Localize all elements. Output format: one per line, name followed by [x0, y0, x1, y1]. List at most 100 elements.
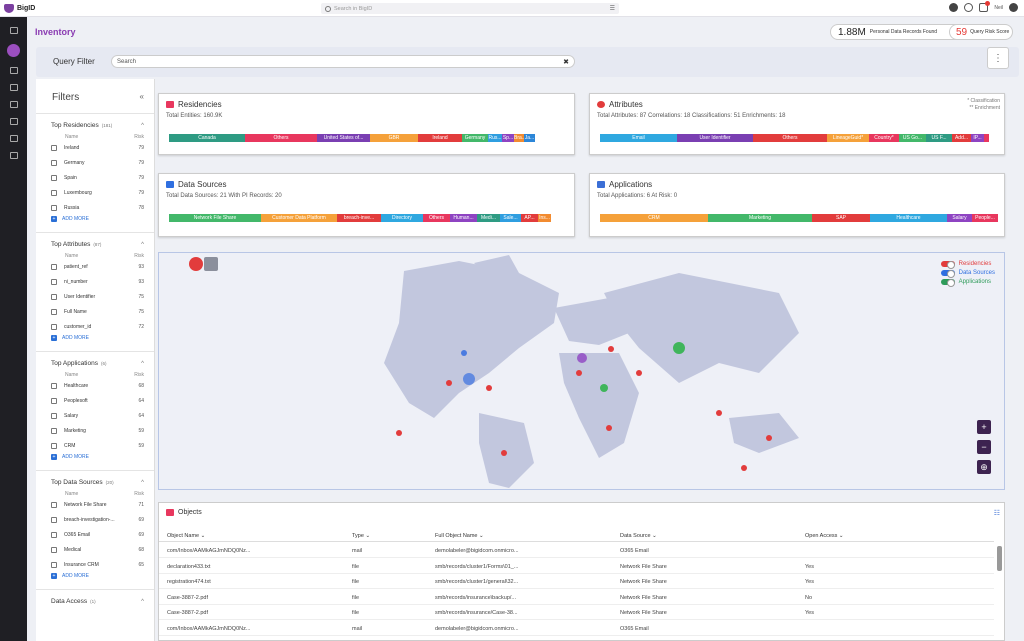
filter-checkbox[interactable] [51, 442, 57, 449]
bar-segment[interactable]: LineageGuid* [827, 134, 869, 142]
map-marker[interactable] [577, 353, 587, 363]
table-row[interactable]: com/Inbox/AAMkAGJmNDQ0Nz... mail demolabel… [159, 621, 994, 636]
filter-checkbox[interactable] [51, 204, 57, 211]
filter-item[interactable]: Network File Share 71 [51, 497, 154, 512]
map-marker[interactable] [461, 350, 467, 356]
legend-toggle[interactable] [940, 278, 955, 287]
legend-item[interactable]: Residencies [940, 259, 995, 269]
filter-checkbox[interactable] [51, 278, 57, 285]
bar-segment[interactable]: SAP [812, 214, 870, 222]
filter-checkbox[interactable] [51, 293, 57, 300]
avatar[interactable] [1009, 3, 1018, 12]
table-row[interactable]: com/Inbox/AAMkAGJmNDQ0Nz... mail demolabel… [159, 543, 994, 558]
bar-segment[interactable]: Germany [462, 134, 488, 142]
column-header[interactable]: Open Access ⌄ [805, 533, 844, 539]
filter-item[interactable]: Luxembourg 79 [51, 185, 154, 200]
chevron-up-icon[interactable]: ^ [141, 599, 144, 605]
bar-segment[interactable]: Email [600, 134, 677, 142]
map-marker[interactable] [766, 435, 772, 441]
filter-item[interactable]: O365 Email 69 [51, 527, 154, 542]
filter-item[interactable]: Full Name 75 [51, 304, 154, 319]
map-marker[interactable] [608, 346, 614, 352]
collapse-filters-icon[interactable]: « [140, 92, 144, 101]
filter-checkbox[interactable] [51, 427, 57, 434]
clear-icon[interactable]: ✖ [563, 58, 569, 66]
bar-segment[interactable]: Ins... [538, 214, 551, 222]
filter-section-title[interactable]: Top Attributes (87) ^ [51, 241, 154, 248]
filter-item[interactable]: CRM 59 [51, 438, 154, 453]
bar-segment[interactable]: Ja... [524, 134, 535, 142]
apps-nav-icon[interactable] [9, 101, 18, 108]
filter-item[interactable]: breach-investigation-... 69 [51, 512, 154, 527]
bar-segment[interactable]: Rus... [488, 134, 502, 142]
map-marker[interactable] [463, 373, 475, 385]
bar-segment[interactable]: People... [972, 214, 998, 222]
filter-checkbox[interactable] [51, 516, 57, 523]
data-sources-bar[interactable]: Network File Share Customer Data Platform… [169, 214, 551, 222]
filter-item[interactable]: Spain 79 [51, 170, 154, 185]
app-logo[interactable]: BigID [0, 3, 35, 13]
bar-segment[interactable]: Healthcare [870, 214, 947, 222]
filter-item[interactable]: Insurance CRM 65 [51, 557, 154, 572]
filter-item[interactable]: Healthcare 68 [51, 378, 154, 393]
bar-segment[interactable]: User Identifier [677, 134, 753, 142]
chevron-up-icon[interactable]: ^ [141, 361, 144, 367]
bar-segment[interactable]: CRM [600, 214, 708, 222]
bar-segment[interactable]: AP... [521, 214, 538, 222]
filter-item[interactable]: Salary 64 [51, 408, 154, 423]
legend-toggle[interactable] [940, 260, 955, 269]
bar-segment[interactable]: Medi... [477, 214, 500, 222]
column-settings-icon[interactable]: ☷ [994, 509, 1000, 517]
settings-nav-icon[interactable] [9, 152, 18, 159]
map-marker[interactable] [673, 342, 685, 354]
bar-segment[interactable]: Canada [169, 134, 245, 142]
bar-segment[interactable]: Ireland [418, 134, 462, 142]
table-row[interactable]: Case-3887-2.pdf file smb/records/insurance… [159, 590, 994, 605]
inventory-nav-icon[interactable] [7, 44, 20, 57]
bar-segment[interactable]: Marketing [708, 214, 812, 222]
map-marker[interactable] [716, 410, 722, 416]
bar-segment[interactable]: Human... [450, 214, 477, 222]
filter-checkbox[interactable] [51, 561, 57, 568]
filter-checkbox[interactable] [51, 546, 57, 553]
bar-segment[interactable]: Others [423, 214, 450, 222]
filter-item[interactable]: Germany 79 [51, 155, 154, 170]
map-marker[interactable] [501, 450, 507, 456]
bar-segment[interactable]: Network File Share [169, 214, 261, 222]
add-more-button[interactable]: + ADD MORE [51, 335, 154, 341]
filter-item[interactable]: customer_id 72 [51, 319, 154, 334]
filter-checkbox[interactable] [51, 263, 57, 270]
bar-segment[interactable]: Others [245, 134, 317, 142]
filter-checkbox[interactable] [51, 159, 57, 166]
help-icon[interactable] [964, 3, 974, 12]
users-nav-icon[interactable] [9, 84, 18, 91]
bar-segment[interactable]: Sale... [500, 214, 521, 222]
bar-segment[interactable]: Directory [381, 214, 423, 222]
legend-toggle[interactable] [940, 269, 955, 278]
filter-item[interactable]: Ireland 79 [51, 140, 154, 155]
bar-segment[interactable]: Bra... [514, 134, 524, 142]
bell-icon[interactable] [949, 3, 959, 12]
bar-segment[interactable]: United States of... [317, 134, 370, 142]
filter-section-title[interactable]: Top Residencies (181) ^ [51, 122, 154, 129]
attributes-bar[interactable]: Email User Identifier Others LineageGuid* Co… [600, 134, 989, 142]
column-header[interactable]: Type ⌄ [352, 533, 370, 539]
map-marker[interactable] [606, 425, 612, 431]
bar-segment[interactable]: Salary [947, 214, 972, 222]
data-sources-card[interactable]: Data Sources Total Data Sources: 21 With… [158, 173, 575, 237]
policies-nav-icon[interactable] [9, 135, 18, 142]
filter-item[interactable]: Peoplesoft 64 [51, 393, 154, 408]
column-header[interactable]: Object Name ⌄ [167, 533, 205, 539]
filter-checkbox[interactable] [51, 412, 57, 419]
query-search-input[interactable]: Search ✖ [111, 55, 575, 68]
tasks-icon[interactable] [979, 1, 991, 12]
global-search-input[interactable]: Search in BigID ☰ [321, 3, 619, 14]
attributes-card[interactable]: Attributes Total Attributes: 87 Correlat… [589, 93, 1005, 155]
legend-item[interactable]: Data Sources [940, 268, 995, 278]
residencies-bar[interactable]: Canada Others United States of... GBR Irelan… [169, 134, 535, 142]
filter-sliders-icon[interactable]: ☰ [610, 5, 615, 12]
bar-segment[interactable]: US F... [926, 134, 952, 142]
filter-item[interactable]: Russia 78 [51, 200, 154, 215]
filter-item[interactable]: User Identifier 75 [51, 289, 154, 304]
bar-segment[interactable]: IP... [971, 134, 984, 142]
